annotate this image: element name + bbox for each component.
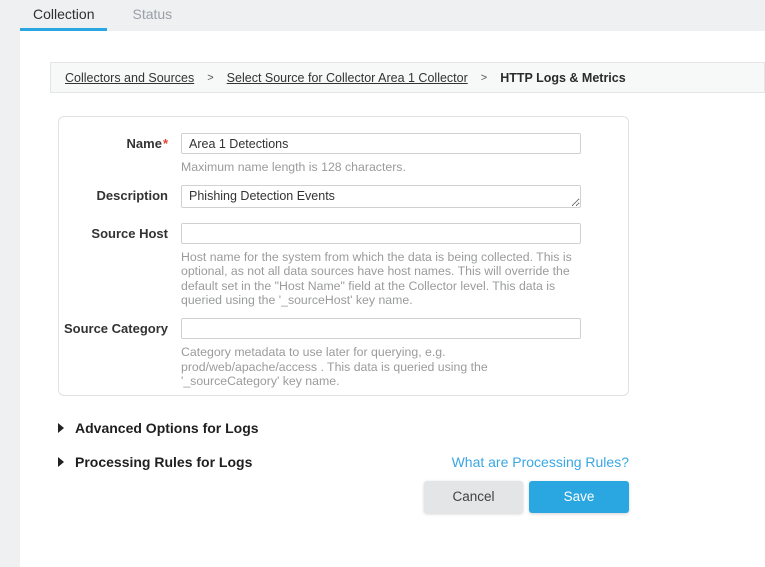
section-advanced-options-for-logs[interactable]: Advanced Options for Logs xyxy=(58,420,629,436)
breadcrumb-current-http-logs-metrics: HTTP Logs & Metrics xyxy=(500,71,625,85)
breadcrumb-link-select-source[interactable]: Select Source for Collector Area 1 Colle… xyxy=(227,71,468,85)
expand-arrow-icon xyxy=(58,423,64,433)
save-button[interactable]: Save xyxy=(529,481,629,513)
tab-status[interactable]: Status xyxy=(119,0,185,31)
section-processing-rules-for-logs[interactable]: Processing Rules for Logs xyxy=(58,454,252,470)
tab-bar: Collection Status xyxy=(0,0,765,31)
description-label: Description xyxy=(59,185,168,213)
name-input[interactable] xyxy=(181,133,581,154)
breadcrumb: Collectors and Sources > Select Source f… xyxy=(50,62,765,93)
cancel-button[interactable]: Cancel xyxy=(424,481,523,513)
processing-rules-label: Processing Rules for Logs xyxy=(75,454,252,470)
content-panel: Collectors and Sources > Select Source f… xyxy=(20,31,765,567)
breadcrumb-link-collectors-and-sources[interactable]: Collectors and Sources xyxy=(65,71,194,85)
advanced-options-label: Advanced Options for Logs xyxy=(75,420,259,436)
description-textarea[interactable]: Phishing Detection Events xyxy=(181,185,581,208)
expand-arrow-icon xyxy=(58,457,64,467)
required-asterisk: * xyxy=(163,136,168,151)
source-host-label: Source Host xyxy=(59,223,168,308)
name-label: Name* xyxy=(59,133,168,175)
name-field-row: Name* Maximum name length is 128 charact… xyxy=(59,133,628,175)
breadcrumb-separator: > xyxy=(207,72,213,84)
name-helper-text: Maximum name length is 128 characters. xyxy=(181,160,581,175)
breadcrumb-separator: > xyxy=(481,72,487,84)
tab-status-label: Status xyxy=(132,6,172,22)
source-host-field-row: Source Host Host name for the system fro… xyxy=(59,223,628,308)
source-config-card: Name* Maximum name length is 128 charact… xyxy=(58,116,629,396)
description-field-row: Description Phishing Detection Events xyxy=(59,185,628,213)
source-category-helper-text: Category metadata to use later for query… xyxy=(181,345,581,389)
source-category-input[interactable] xyxy=(181,318,581,339)
source-category-label: Source Category xyxy=(59,318,168,389)
what-are-processing-rules-link[interactable]: What are Processing Rules? xyxy=(452,454,629,470)
tab-collection-label: Collection xyxy=(33,6,94,22)
source-host-input[interactable] xyxy=(181,223,581,244)
tab-collection[interactable]: Collection xyxy=(20,0,107,31)
source-host-helper-text: Host name for the system from which the … xyxy=(181,250,581,308)
name-label-text: Name xyxy=(127,136,162,151)
source-category-field-row: Source Category Category metadata to use… xyxy=(59,318,628,389)
action-buttons-row: Cancel Save xyxy=(58,481,629,513)
